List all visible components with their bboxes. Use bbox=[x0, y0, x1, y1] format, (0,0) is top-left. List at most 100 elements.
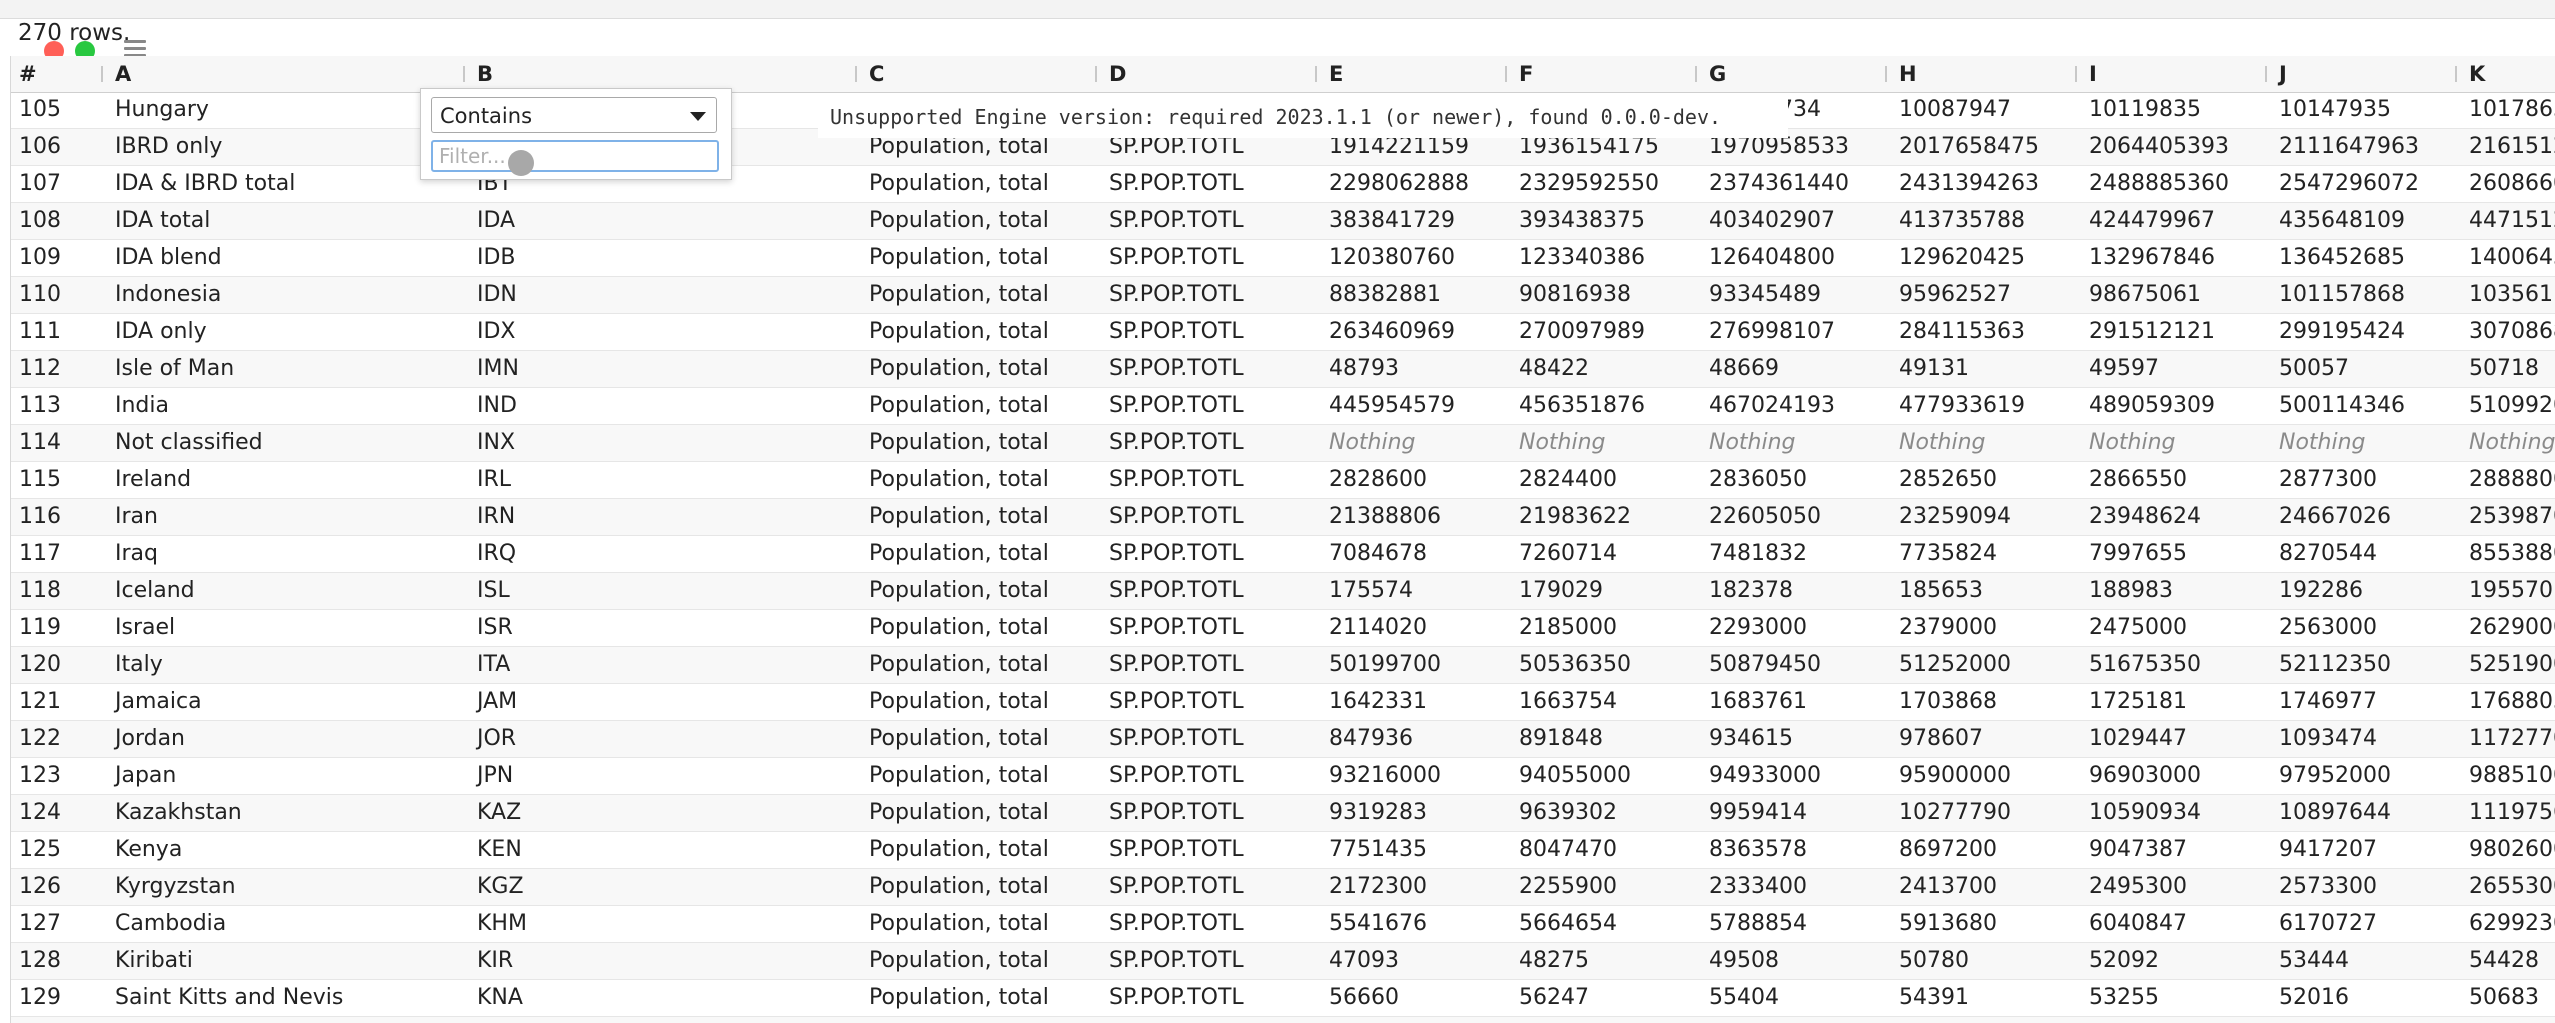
table-row[interactable]: 124 Kazakhstan KAZ Population, total SP.POP.… bbox=[11, 795, 2555, 832]
table-row[interactable]: 117 Iraq IRQ Population, total SP.POP.TOTL 70… bbox=[11, 536, 2555, 573]
column-resize-handle[interactable] bbox=[1315, 66, 1317, 82]
table-row[interactable]: 127 Cambodia KHM Population, total SP.POP.TO… bbox=[11, 906, 2555, 943]
column-header-h[interactable]: H bbox=[1899, 56, 1917, 92]
table-cell: 28704674 bbox=[2279, 1017, 2391, 1023]
column-resize-handle[interactable] bbox=[1885, 66, 1887, 82]
table-cell: 1093474 bbox=[2279, 726, 2377, 751]
table-cell: 136452685 bbox=[2279, 245, 2405, 270]
table-cell: Isle of Man bbox=[115, 356, 235, 381]
table-cell: JAM bbox=[477, 689, 518, 714]
table-row[interactable]: 121 Jamaica JAM Population, total SP.POP.TOT… bbox=[11, 684, 2555, 721]
table-row[interactable]: 120 Italy ITA Population, total SP.POP.TOTL 5… bbox=[11, 647, 2555, 684]
column-header-index[interactable]: # bbox=[19, 56, 37, 92]
table-row[interactable]: 114 Not classified INX Population, total SP.… bbox=[11, 425, 2555, 462]
column-header-k[interactable]: K bbox=[2469, 56, 2485, 92]
column-resize-handle[interactable] bbox=[2455, 66, 2457, 82]
table-cell: 1725181 bbox=[2089, 689, 2187, 714]
table-cell: 95962527 bbox=[1899, 282, 2011, 307]
table-row[interactable]: 130 North Korea KOR Population, total SP.POP… bbox=[11, 1017, 2555, 1023]
table-cell: KIR bbox=[477, 948, 514, 973]
table-cell: IRQ bbox=[477, 541, 517, 566]
column-header-e[interactable]: E bbox=[1329, 56, 1343, 92]
table-cell: 10178650 bbox=[2469, 97, 2555, 122]
table-row[interactable]: 111 IDA only IDX Population, total SP.POP.TO… bbox=[11, 314, 2555, 351]
table-row[interactable]: 107 IDA & IBRD total IBT Population, total S… bbox=[11, 166, 2555, 203]
column-header-c[interactable]: C bbox=[869, 56, 884, 92]
table-row[interactable]: 109 IDA blend IDB Population, total SP.POP.T… bbox=[11, 240, 2555, 277]
filter-input[interactable] bbox=[431, 140, 719, 172]
column-header-g[interactable]: G bbox=[1709, 56, 1726, 92]
table-cell: 52092 bbox=[2089, 948, 2159, 973]
table-cell: Population, total bbox=[869, 874, 1049, 899]
table-cell: 477933619 bbox=[1899, 393, 2025, 418]
table-cell: 21388806 bbox=[1329, 504, 1441, 529]
table-cell: 2852650 bbox=[1899, 467, 1997, 492]
row-index-cell: 129 bbox=[19, 985, 61, 1010]
column-header-a[interactable]: A bbox=[115, 56, 131, 92]
table-row[interactable]: 108 IDA total IDA Population, total SP.POP.T… bbox=[11, 203, 2555, 240]
loading-spinner-icon bbox=[508, 150, 534, 176]
table-row[interactable]: 125 Kenya KEN Population, total SP.POP.TOTL 7… bbox=[11, 832, 2555, 869]
table-row[interactable]: 123 Japan JPN Population, total SP.POP.TOTL 9… bbox=[11, 758, 2555, 795]
column-header-d[interactable]: D bbox=[1109, 56, 1126, 92]
column-filter-popup: Contains bbox=[420, 88, 732, 180]
table-cell: SP.POP.TOTL bbox=[1109, 319, 1244, 344]
table-cell: Population, total bbox=[869, 430, 1049, 455]
column-resize-handle[interactable] bbox=[1505, 66, 1507, 82]
table-cell: 435648109 bbox=[2279, 208, 2405, 233]
table-cell: 2064405393 bbox=[2089, 134, 2229, 159]
column-header-f[interactable]: F bbox=[1519, 56, 1533, 92]
table-row[interactable]: 128 Kiribati KIR Population, total SP.POP.TO… bbox=[11, 943, 2555, 980]
row-index-cell: 128 bbox=[19, 948, 61, 973]
table-cell: 1683761 bbox=[1709, 689, 1807, 714]
table-cell: SP.POP.TOTL bbox=[1109, 726, 1244, 751]
row-index-cell: 123 bbox=[19, 763, 61, 788]
table-row[interactable]: 118 Iceland ISL Population, total SP.POP.TOT… bbox=[11, 573, 2555, 610]
table-row[interactable]: 129 Saint Kitts and Nevis KNA Population, t… bbox=[11, 980, 2555, 1017]
column-resize-handle[interactable] bbox=[855, 66, 857, 82]
table-cell: 2539870 bbox=[2469, 504, 2555, 529]
table-cell: 383841729 bbox=[1329, 208, 1455, 233]
table-cell: 24667026 bbox=[2279, 504, 2391, 529]
column-resize-handle[interactable] bbox=[463, 66, 465, 82]
table-cell: Not classified bbox=[115, 430, 263, 455]
table-cell: IBRD only bbox=[115, 134, 223, 159]
table-row[interactable]: 126 Kyrgyzstan KGZ Population, total SP.POP.… bbox=[11, 869, 2555, 906]
table-cell: 978607 bbox=[1899, 726, 1983, 751]
table-row[interactable]: 119 Israel ISR Population, total SP.POP.TOTL… bbox=[11, 610, 2555, 647]
table-row[interactable]: 122 Jordan JOR Population, total SP.POP.TOTL… bbox=[11, 721, 2555, 758]
column-resize-handle[interactable] bbox=[101, 66, 103, 82]
table-cell: Population, total bbox=[869, 171, 1049, 196]
column-header-b[interactable]: B bbox=[477, 56, 493, 92]
column-resize-handle[interactable] bbox=[1095, 66, 1097, 82]
table-cell: 7260714 bbox=[1519, 541, 1617, 566]
table-cell: SP.POP.TOTL bbox=[1109, 948, 1244, 973]
table-cell: SP.POP.TOTL bbox=[1109, 763, 1244, 788]
column-header-j[interactable]: J bbox=[2279, 56, 2287, 92]
table-row[interactable]: 113 India IND Population, total SP.POP.TOTL 4… bbox=[11, 388, 2555, 425]
table-cell: 132967846 bbox=[2089, 245, 2215, 270]
table-cell: IDA blend bbox=[115, 245, 222, 270]
column-header-i[interactable]: I bbox=[2089, 56, 2097, 92]
row-index-cell: 119 bbox=[19, 615, 61, 640]
table-cell: 5664654 bbox=[1519, 911, 1617, 936]
table-cell: Population, total bbox=[869, 837, 1049, 862]
table-cell: Population, total bbox=[869, 208, 1049, 233]
table-row[interactable]: 112 Isle of Man IMN Population, total SP.POP… bbox=[11, 351, 2555, 388]
table-cell: 2563000 bbox=[2279, 615, 2377, 640]
table-cell: Population, total bbox=[869, 319, 1049, 344]
column-resize-handle[interactable] bbox=[2265, 66, 2267, 82]
table-cell: Nothing bbox=[1329, 430, 1416, 455]
table-cell: 10897644 bbox=[2279, 800, 2391, 825]
column-resize-handle[interactable] bbox=[1695, 66, 1697, 82]
table-row[interactable]: 110 Indonesia IDN Population, total SP.POP.T… bbox=[11, 277, 2555, 314]
table-cell: Population, total bbox=[869, 245, 1049, 270]
table-row[interactable]: 116 Iran IRN Population, total SP.POP.TOTL 21… bbox=[11, 499, 2555, 536]
filter-mode-select[interactable]: Contains bbox=[431, 97, 717, 133]
table-cell: 95900000 bbox=[1899, 763, 2011, 788]
table-row[interactable]: 115 Ireland IRL Population, total SP.POP.TOT… bbox=[11, 462, 2555, 499]
table-cell: 263460969 bbox=[1329, 319, 1455, 344]
table-cell: SP.POP.TOTL bbox=[1109, 541, 1244, 566]
table-cell: 2877300 bbox=[2279, 467, 2377, 492]
column-resize-handle[interactable] bbox=[2075, 66, 2077, 82]
